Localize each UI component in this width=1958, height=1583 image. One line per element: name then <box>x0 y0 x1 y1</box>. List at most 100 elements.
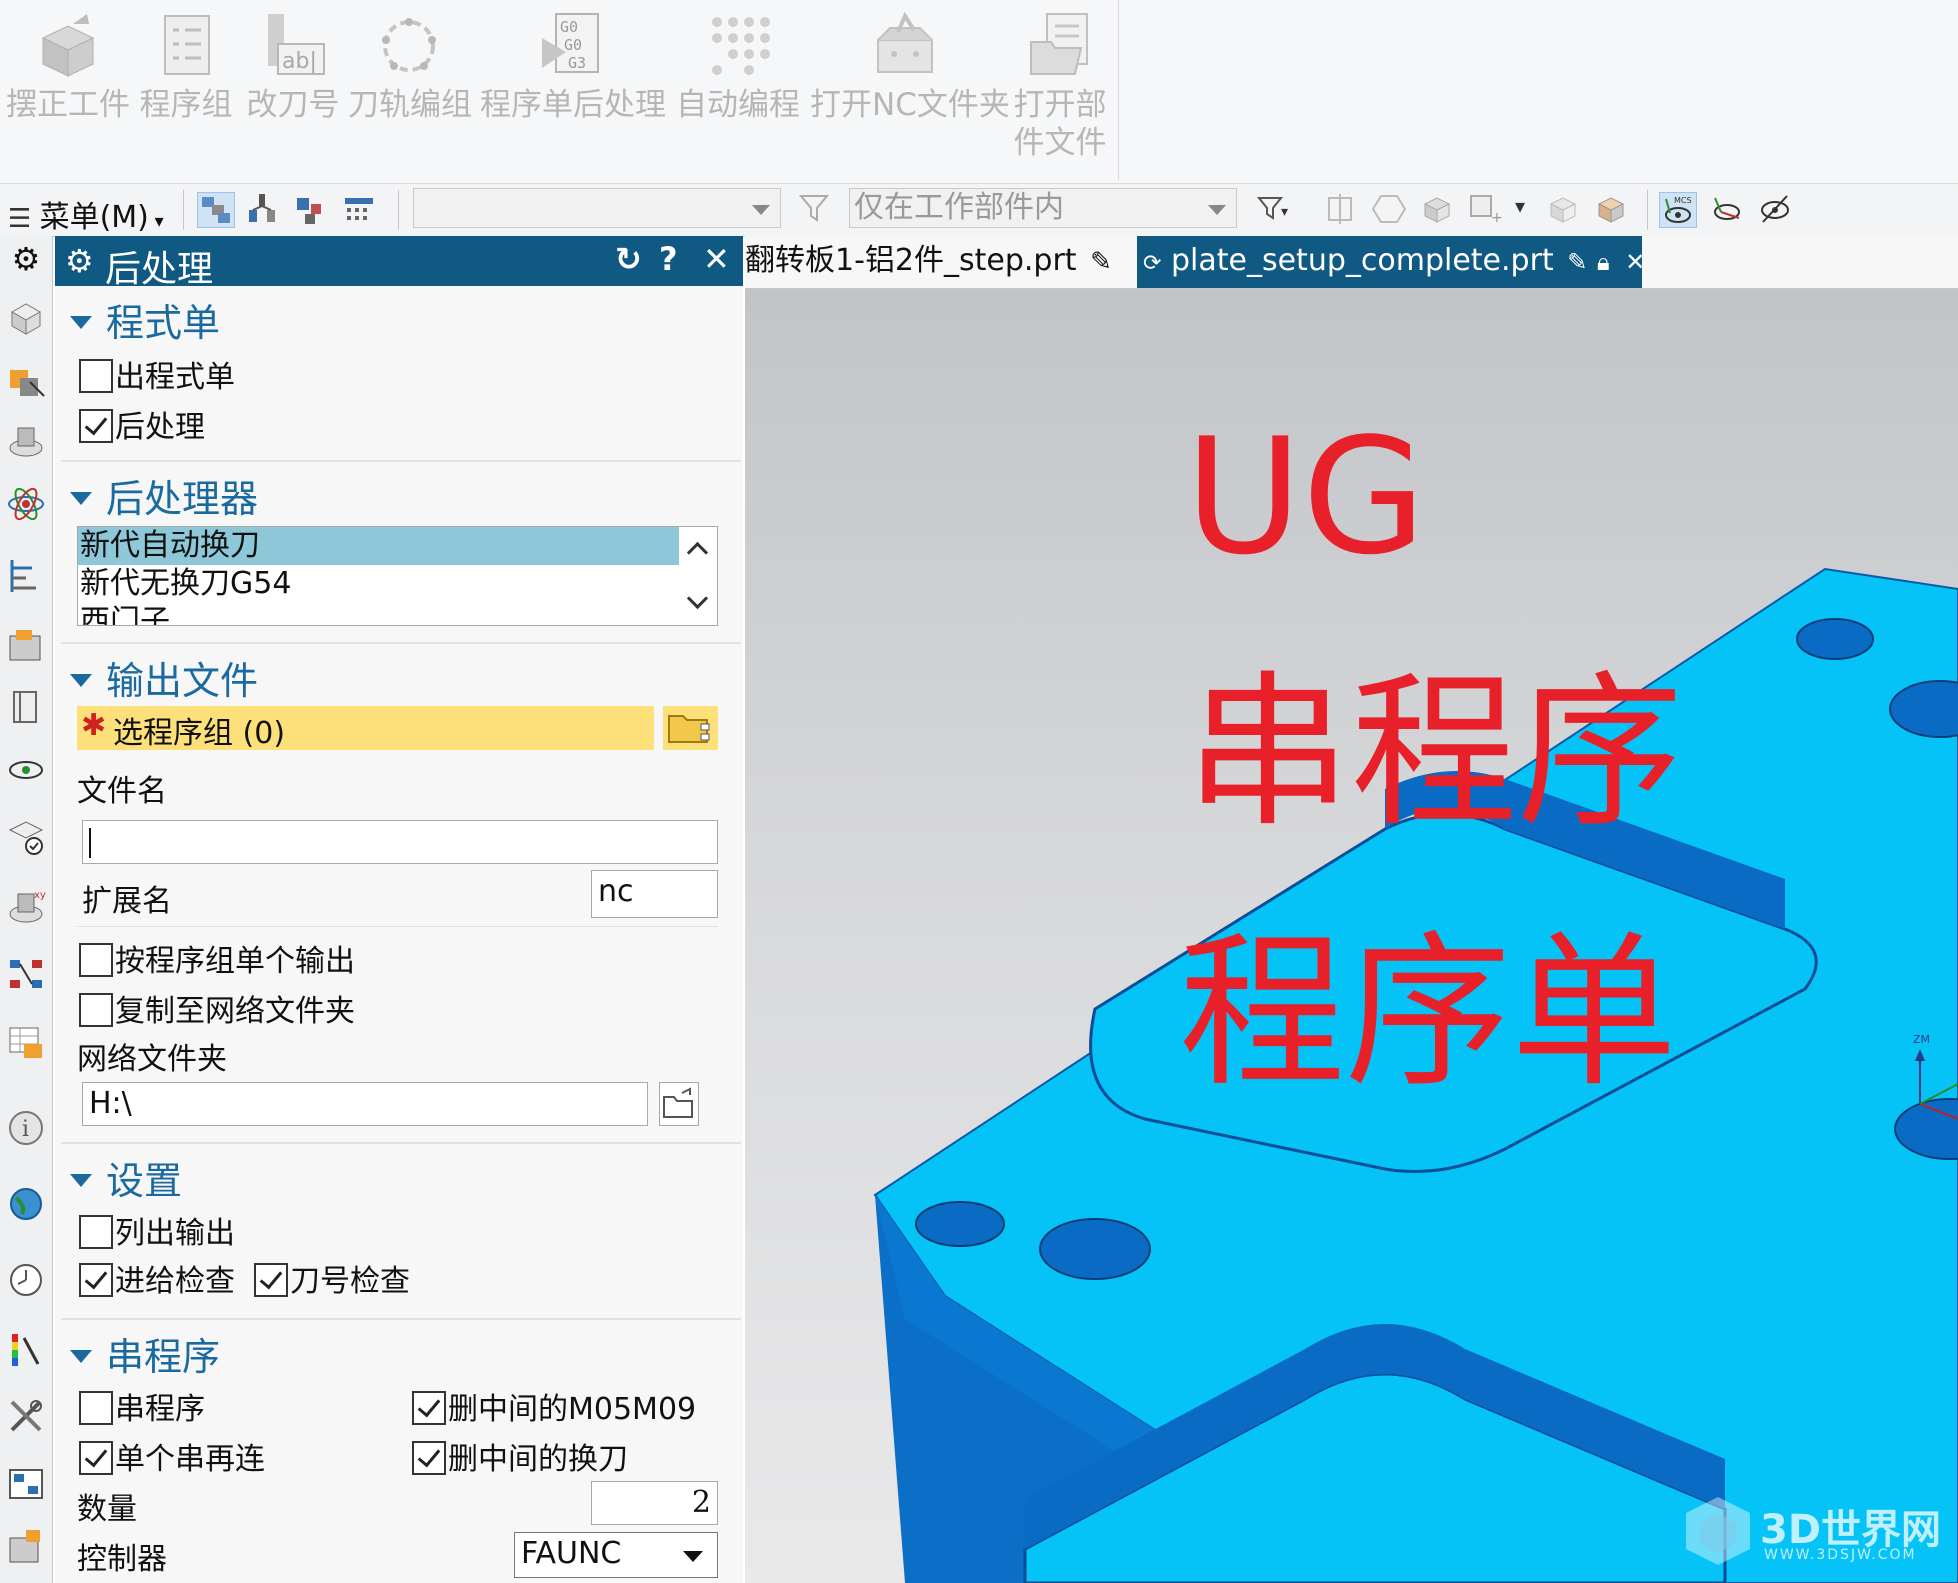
checkbox-copy-network[interactable]: 复制至网络文件夹 <box>79 986 355 1030</box>
type-filter-combo[interactable] <box>413 188 781 228</box>
checkbox-out-sheet[interactable]: 出程式单 <box>79 352 235 396</box>
checkbox-box[interactable] <box>412 1440 446 1475</box>
palette-icon[interactable] <box>6 1330 46 1370</box>
wcs-cube-icon[interactable] <box>1593 192 1631 228</box>
spreadsheet-icon[interactable] <box>6 1022 46 1062</box>
section-chain-header[interactable]: 串程序 <box>70 1326 220 1381</box>
section-output-file-header[interactable]: 输出文件 <box>70 650 258 705</box>
machine-navigator-icon[interactable] <box>6 626 46 666</box>
checkbox-box[interactable] <box>79 1262 113 1297</box>
checkbox-box[interactable] <box>79 942 113 977</box>
count-input[interactable]: 2 <box>591 1481 718 1525</box>
section-program-sheet-header[interactable]: 程式单 <box>70 292 220 347</box>
show-axes-icon[interactable] <box>1709 192 1747 228</box>
list-item[interactable]: 新代自动换刀 <box>78 527 681 565</box>
settings-gear-icon[interactable]: ⚙ <box>6 240 46 280</box>
list-item[interactable]: 新代无换刀G54 <box>78 565 681 603</box>
checkbox-box[interactable] <box>79 1440 113 1475</box>
geometry-view-icon[interactable] <box>293 192 331 228</box>
ribbon-rename-tool-button[interactable]: ab| 改刀号 <box>244 8 342 178</box>
checkbox-label: 单个串再连 <box>115 1442 265 1477</box>
tab-part-file-1[interactable]: 翻转板1-铝2件_step.prt ✎ <box>745 236 1137 288</box>
menu-button[interactable]: ☰ 菜单(M) ▾ <box>8 192 164 236</box>
checkbox-box[interactable] <box>79 992 113 1027</box>
checkbox-chain-program[interactable]: 串程序 <box>79 1384 205 1428</box>
checkbox-box[interactable] <box>79 358 113 393</box>
top-toolbar: ☰ 菜单(M) ▾ 仅在工作部件内 ▾ + ▾ MCS <box>0 184 1958 237</box>
select-program-group-button[interactable] <box>663 706 718 750</box>
browse-folder-button[interactable] <box>659 1082 699 1126</box>
tab-part-file-2[interactable]: ⟳ plate_setup_complete.prt ✎ 🔒︎ ✕ <box>1137 236 1645 288</box>
checkbox-single-chain[interactable]: 单个串再连 <box>79 1434 265 1478</box>
section-postprocessor-header[interactable]: 后处理器 <box>70 468 258 523</box>
close-tab-icon[interactable]: ✕ <box>1625 248 1645 276</box>
ribbon-program-group-button[interactable]: 程序组 <box>138 8 234 178</box>
machine-tool-icon[interactable] <box>6 1526 46 1566</box>
ribbon-program-sheet-post-button[interactable]: G0 G0 G3 程序单后处理 <box>480 8 666 178</box>
shaded-cube-icon[interactable] <box>1545 192 1583 228</box>
graphics-viewport[interactable]: ZM UG 串程序 程序单 3D世界网 WWW.3DSJW.COM <box>745 289 1958 1583</box>
visibility-eye-icon[interactable] <box>6 750 46 790</box>
selection-filter-icon[interactable] <box>797 192 835 228</box>
ribbon-straighten-workpiece-button[interactable]: 摆正工件 <box>4 8 132 178</box>
object-list-icon[interactable] <box>197 192 235 228</box>
dropdown-arrow-icon[interactable]: ▾ <box>1515 194 1525 218</box>
section-settings-header[interactable]: 设置 <box>70 1150 182 1205</box>
face-select-icon[interactable]: + <box>1467 192 1505 228</box>
network-folder-input[interactable]: H:\ <box>82 1082 648 1126</box>
assembly-navigator-icon[interactable] <box>6 360 46 400</box>
body-select-icon[interactable] <box>1419 192 1457 228</box>
help-icon[interactable]: ? <box>659 240 678 278</box>
checkbox-box[interactable] <box>79 1390 113 1425</box>
chevron-up-icon[interactable] <box>686 541 709 564</box>
snap-point-icon[interactable] <box>1323 192 1361 228</box>
controller-select[interactable]: FAUNC <box>514 1532 718 1578</box>
ribbon-open-part-file-button[interactable]: 打开部 件文件 <box>1010 8 1110 178</box>
constraint-navigator-icon[interactable] <box>6 422 46 462</box>
program-order-view-icon[interactable] <box>245 192 283 228</box>
part-navigator-icon[interactable] <box>6 298 46 338</box>
operation-navigator-icon[interactable] <box>6 556 46 596</box>
controller-value: FAUNC <box>521 1536 622 1571</box>
web-browser-icon[interactable] <box>6 1184 46 1224</box>
checkbox-box[interactable] <box>79 408 113 443</box>
measure-part-icon[interactable]: xy <box>6 886 46 926</box>
info-icon[interactable]: i <box>6 1108 46 1148</box>
checkbox-tool-check[interactable]: 刀号检查 <box>254 1256 410 1300</box>
layout-icon[interactable] <box>6 1464 46 1504</box>
close-icon[interactable]: ✕ <box>703 240 730 278</box>
list-item[interactable]: 西门子 <box>78 603 681 625</box>
check-part-icon[interactable] <box>6 816 46 856</box>
hexagon-icon[interactable] <box>1371 192 1409 228</box>
checkbox-box[interactable] <box>79 1214 113 1249</box>
process-flow-icon[interactable] <box>6 954 46 994</box>
checkbox-delete-toolchange[interactable]: 删中间的换刀 <box>412 1434 628 1478</box>
atom-icon[interactable] <box>6 484 46 524</box>
list-scrollbar[interactable] <box>679 527 717 625</box>
postprocessor-listbox[interactable]: 新代自动换刀 新代无换刀G54 西门子 <box>77 526 718 626</box>
selection-scope-combo[interactable]: 仅在工作部件内 <box>849 188 1237 228</box>
checkbox-box[interactable] <box>412 1390 446 1425</box>
checkbox-output-by-group[interactable]: 按程序组单个输出 <box>79 936 355 980</box>
tools-icon[interactable] <box>6 1396 46 1436</box>
checkbox-feed-check[interactable]: 进给检查 <box>79 1256 235 1300</box>
library-icon[interactable] <box>6 686 46 726</box>
select-program-group-row[interactable]: ✱ 选程序组 (0) <box>77 706 654 751</box>
ribbon-auto-programming-button[interactable]: 自动编程 <box>676 8 800 178</box>
mcs-display-icon[interactable]: MCS <box>1659 192 1697 228</box>
checkbox-delete-m05m09[interactable]: 删中间的M05M09 <box>412 1384 696 1428</box>
extension-input[interactable]: nc <box>591 870 718 918</box>
general-selection-filter-icon[interactable]: ▾ <box>1255 192 1293 228</box>
ribbon-open-nc-folder-button[interactable]: 打开NC文件夹 <box>810 8 1010 178</box>
checkbox-box[interactable] <box>254 1262 288 1297</box>
history-clock-icon[interactable] <box>6 1260 46 1300</box>
ribbon-toolpath-group-button[interactable]: 刀轨编组 <box>348 8 472 178</box>
chevron-down-icon[interactable] <box>686 587 709 610</box>
checkbox-post-process[interactable]: 后处理 <box>79 402 205 446</box>
checkbox-list-output[interactable]: 列出输出 <box>79 1208 235 1252</box>
method-view-icon[interactable] <box>341 192 379 228</box>
reset-icon[interactable]: ↻ <box>615 240 642 278</box>
gear-icon: ⚙ <box>65 242 94 280</box>
hide-icon[interactable] <box>1757 192 1795 228</box>
filename-input[interactable] <box>82 820 718 864</box>
